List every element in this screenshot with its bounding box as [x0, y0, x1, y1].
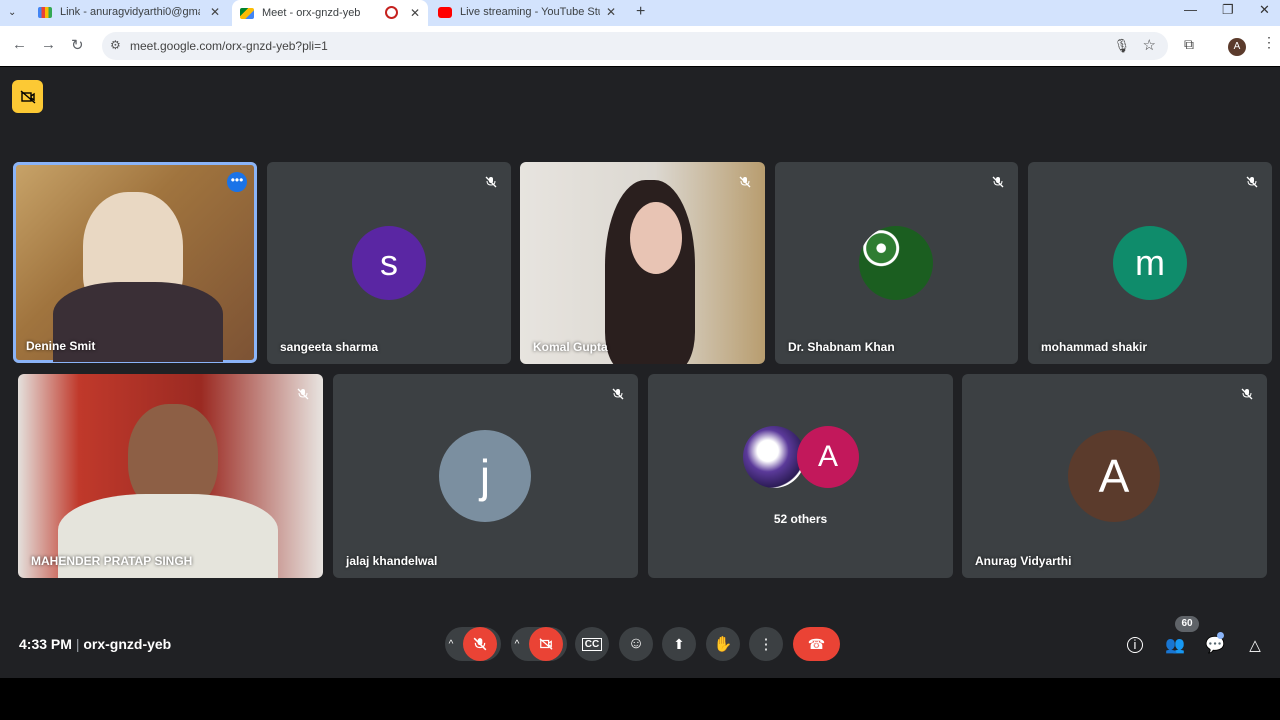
- recording-icon: [385, 6, 398, 19]
- avatar: s: [352, 226, 426, 300]
- info-icon: i: [1127, 637, 1143, 653]
- new-tab-button[interactable]: +: [636, 0, 645, 24]
- avatar: A: [797, 426, 859, 488]
- activities-button[interactable]: △: [1240, 630, 1270, 660]
- participant-tile[interactable]: MAHENDER PRATAP SINGH: [18, 374, 323, 578]
- close-icon[interactable]: ✕: [210, 5, 220, 19]
- participant-name: Dr. Shabnam Khan: [788, 340, 895, 354]
- more-options-icon[interactable]: •••: [227, 172, 247, 192]
- tab-meet[interactable]: Meet - orx-gnzd-yeb ✕: [232, 0, 428, 26]
- tab-title: Live streaming - YouTube Studio: [460, 6, 600, 18]
- participant-tile[interactable]: Komal Gupta: [520, 162, 765, 364]
- address-bar[interactable]: ⚙ meet.google.com/orx-gnzd-yeb?pli=1 🎙 ☆: [102, 32, 1168, 60]
- participant-tile[interactable]: s sangeeta sharma: [267, 162, 511, 364]
- tab-title: Meet - orx-gnzd-yeb: [262, 7, 361, 19]
- avatar: m: [1113, 226, 1187, 300]
- emoji-button[interactable]: ☺: [619, 627, 653, 661]
- present-button[interactable]: ⬆: [662, 627, 696, 661]
- leave-call-button[interactable]: ☎: [793, 627, 840, 661]
- tab-title: Link - anuragvidyarthi0@gmail.c: [60, 6, 200, 18]
- close-icon[interactable]: ✕: [410, 6, 420, 20]
- unread-dot: [1217, 632, 1224, 639]
- avatar: j: [439, 430, 531, 522]
- youtube-icon: [438, 6, 452, 18]
- activities-icon: △: [1249, 637, 1261, 654]
- url-text: meet.google.com/orx-gnzd-yeb?pli=1: [130, 39, 328, 53]
- participant-count-badge: 60: [1175, 616, 1199, 632]
- participant-tile[interactable]: Dr. Shabnam Khan: [775, 162, 1018, 364]
- close-icon[interactable]: ✕: [606, 5, 616, 19]
- bookmark-star-icon[interactable]: ☆: [1143, 36, 1156, 54]
- more-vert-icon: ⋮: [758, 636, 774, 653]
- tab-search-button[interactable]: ⌄: [8, 0, 16, 24]
- participant-tile[interactable]: j jalaj khandelwal: [333, 374, 638, 578]
- cohost-indicator[interactable]: [12, 80, 43, 113]
- others-count: 52 others: [773, 512, 828, 526]
- meeting-details-button[interactable]: i: [1120, 630, 1150, 660]
- muted-mic-icon: [612, 388, 624, 400]
- forward-icon[interactable]: →: [41, 36, 56, 53]
- participant-name: mohammad shakir: [1041, 340, 1148, 354]
- back-icon[interactable]: ←: [12, 36, 27, 53]
- people-button[interactable]: 👥: [1160, 630, 1190, 660]
- meet-icon: [240, 7, 254, 19]
- browser-tab-strip: ⌄ Link - anuragvidyarthi0@gmail.c ✕ Meet…: [0, 0, 1280, 26]
- hand-icon: ✋: [713, 636, 733, 653]
- present-screen-icon: ⬆: [673, 635, 685, 652]
- reload-icon[interactable]: ↻: [71, 36, 84, 54]
- minimize-icon[interactable]: —: [1184, 2, 1197, 17]
- people-icon: 👥: [1165, 637, 1185, 654]
- camera-control[interactable]: ^: [511, 627, 567, 661]
- hang-up-icon: ☎: [807, 635, 826, 652]
- participant-tile[interactable]: m mohammad shakir: [1028, 162, 1272, 364]
- meet-stage: ••• Denine Smit s sangeeta sharma Komal …: [0, 67, 1280, 678]
- chevron-up-icon[interactable]: ^: [449, 639, 454, 650]
- muted-mic-icon: [1246, 176, 1258, 188]
- participant-name: MAHENDER PRATAP SINGH: [31, 554, 193, 568]
- chevron-up-icon[interactable]: ^: [515, 639, 520, 650]
- microphone-icon[interactable]: 🎙: [1113, 38, 1130, 54]
- camera-off-icon[interactable]: [529, 627, 564, 661]
- participant-name: Anurag Vidyarthi: [975, 554, 1072, 568]
- gmail-icon: [38, 6, 52, 18]
- participant-name: jalaj khandelwal: [346, 554, 438, 568]
- restore-icon[interactable]: ❐: [1222, 2, 1234, 18]
- participant-name: Denine Smit: [26, 339, 96, 353]
- meeting-controls: 4:33 PM | orx-gnzd-yeb ^ ^ CC ☺ ⬆ ✋ ⋮ ☎ …: [0, 600, 1280, 678]
- meeting-time: 4:33 PM | orx-gnzd-yeb: [19, 636, 172, 652]
- muted-mic-icon: [485, 176, 497, 188]
- muted-mic-icon: [739, 176, 751, 188]
- tab-gmail[interactable]: Link - anuragvidyarthi0@gmail.c ✕: [38, 0, 228, 24]
- profile-avatar[interactable]: A: [1228, 38, 1246, 56]
- browser-toolbar: ← → ↻ ⚙ meet.google.com/orx-gnzd-yeb?pli…: [0, 26, 1280, 66]
- muted-mic-icon: [1241, 388, 1253, 400]
- participant-video-face: [630, 202, 682, 274]
- window-close-icon[interactable]: ✕: [1259, 2, 1270, 18]
- mic-off-icon[interactable]: [463, 627, 498, 661]
- avatar: A: [1068, 430, 1160, 522]
- raise-hand-button[interactable]: ✋: [706, 627, 740, 661]
- captions-icon: CC: [581, 637, 603, 651]
- muted-mic-icon: [992, 176, 1004, 188]
- site-info-icon[interactable]: ⚙: [110, 38, 121, 52]
- chat-button[interactable]: 💬: [1200, 630, 1230, 660]
- screen-bottom: [0, 678, 1280, 720]
- participant-tile[interactable]: ••• Denine Smit: [13, 162, 257, 363]
- microphone-control[interactable]: ^: [445, 627, 501, 661]
- avatar: [743, 426, 805, 488]
- more-options-button[interactable]: ⋮: [749, 627, 783, 661]
- participant-name: sangeeta sharma: [280, 340, 379, 354]
- others-tile[interactable]: A 52 others: [648, 374, 953, 578]
- participant-name: Komal Gupta: [533, 340, 608, 354]
- emoji-icon: ☺: [627, 635, 645, 652]
- muted-mic-icon: [297, 388, 309, 400]
- participant-tile[interactable]: A Anurag Vidyarthi: [962, 374, 1267, 578]
- extensions-icon[interactable]: ⧉: [1184, 36, 1194, 53]
- menu-icon[interactable]: ⋮: [1262, 34, 1276, 51]
- tab-youtube[interactable]: Live streaming - YouTube Studio ✕: [438, 0, 624, 24]
- avatar: [859, 226, 933, 300]
- captions-button[interactable]: CC: [575, 627, 609, 661]
- no-video-icon: [20, 89, 35, 104]
